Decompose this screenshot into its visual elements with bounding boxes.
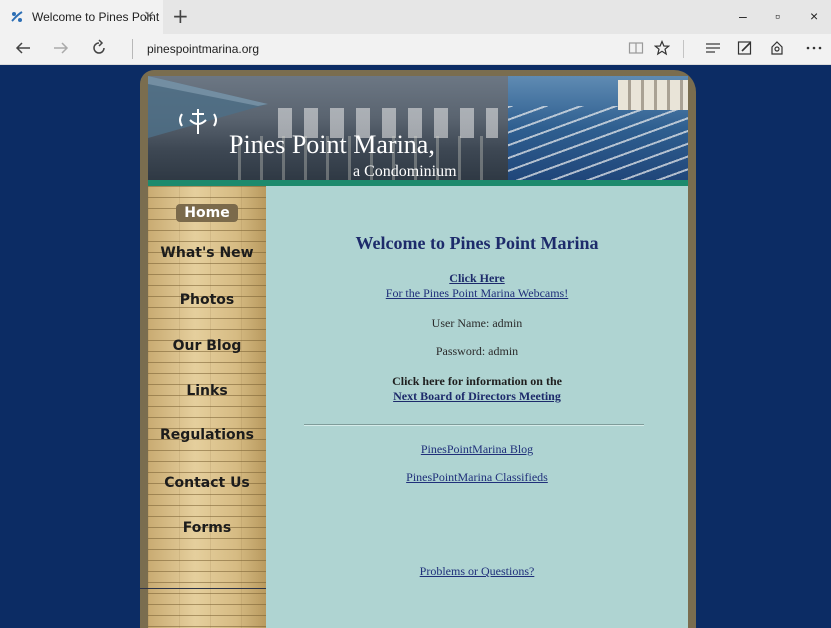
favorite-star-icon[interactable] <box>653 39 671 59</box>
tab-title: Welcome to Pines Point <box>32 10 160 24</box>
condo-buildings-decoration <box>618 80 688 110</box>
board-meeting-link[interactable]: Next Board of Directors Meeting <box>266 389 688 404</box>
content-divider <box>304 424 644 426</box>
refresh-icon[interactable] <box>90 39 108 61</box>
aerial-docks-decoration <box>508 106 688 180</box>
forward-arrow-icon[interactable] <box>52 39 70 61</box>
browser-toolbar: pinespointmarina.org <box>0 34 831 65</box>
reading-view-icon[interactable] <box>628 40 644 59</box>
blog-link[interactable]: PinesPointMarina Blog <box>266 442 688 457</box>
back-arrow-icon[interactable] <box>14 39 32 61</box>
password-text: Password: admin <box>435 344 519 358</box>
board-info-text: Click here for information on the <box>392 374 562 388</box>
browser-tab[interactable]: Welcome to Pines Point × <box>0 0 163 34</box>
new-tab-button[interactable]: + <box>172 6 189 26</box>
web-page: Pines Point Marina, a Condominium Home W… <box>0 65 831 628</box>
nav-label: Home <box>176 204 238 222</box>
nav-our-blog[interactable]: Our Blog <box>148 331 266 361</box>
site-title: Pines Point Marina, <box>229 130 435 159</box>
classifieds-link[interactable]: PinesPointMarina Classifieds <box>266 470 688 485</box>
toolbar-separator <box>683 40 684 58</box>
share-icon[interactable] <box>769 40 785 59</box>
address-separator <box>132 39 133 59</box>
header-banner: Pines Point Marina, a Condominium <box>148 76 688 180</box>
close-window-button[interactable]: × <box>810 8 818 24</box>
click-here-link[interactable]: Click Here <box>266 271 688 286</box>
address-bar[interactable]: pinespointmarina.org <box>147 42 259 56</box>
welcome-heading: Welcome to Pines Point Marina <box>355 233 599 253</box>
main-content: Welcome to Pines Point Marina Click Here… <box>266 186 688 628</box>
more-icon[interactable] <box>805 40 823 59</box>
tab-close-icon[interactable]: × <box>143 9 155 23</box>
username-text: User Name: admin <box>431 316 523 330</box>
nav-whats-new[interactable]: What's New <box>148 238 266 268</box>
nav-home[interactable]: Home <box>148 198 266 228</box>
marina-logo-icon <box>179 109 217 134</box>
tab-bar: Welcome to Pines Point × + – ▫ × <box>0 0 831 34</box>
web-note-icon[interactable] <box>737 40 753 59</box>
nav-regulations[interactable]: Regulations <box>148 420 266 450</box>
nav-photos[interactable]: Photos <box>148 285 266 315</box>
site-container: Pines Point Marina, a Condominium Home W… <box>140 70 696 628</box>
nav-forms[interactable]: Forms <box>148 513 266 543</box>
webcams-link[interactable]: For the Pines Point Marina Webcams! <box>266 286 688 301</box>
sidebar-nav: Home What's New Photos Our Blog Links Re… <box>148 186 266 628</box>
sidebar-divider <box>140 588 278 589</box>
maximize-button[interactable]: ▫ <box>775 8 780 24</box>
nav-links[interactable]: Links <box>148 376 266 406</box>
hub-icon[interactable] <box>705 40 721 59</box>
site-subtitle: a Condominium <box>353 163 457 180</box>
site-favicon-icon <box>8 8 26 26</box>
minimize-button[interactable]: – <box>739 8 747 24</box>
nav-contact-us[interactable]: Contact Us <box>148 468 266 498</box>
problems-link[interactable]: Problems or Questions? <box>266 564 688 579</box>
